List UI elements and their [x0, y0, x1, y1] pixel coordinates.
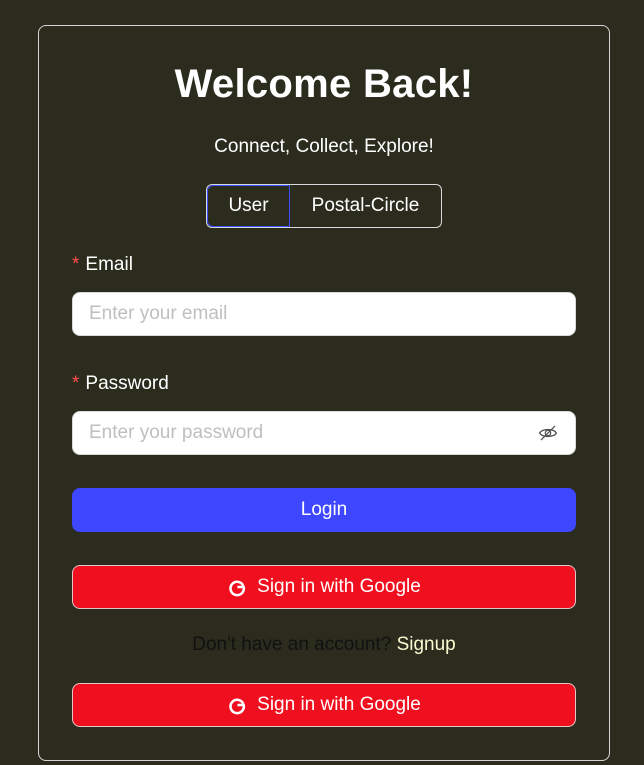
password-field[interactable] — [89, 422, 537, 444]
login-card: Welcome Back! Connect, Collect, Explore!… — [38, 25, 610, 761]
role-segmented-control: User Postal-Circle — [206, 184, 442, 228]
google-icon — [227, 577, 247, 597]
segment-user[interactable]: User — [207, 185, 290, 227]
google-signin-button-top[interactable]: Sign in with Google — [72, 565, 576, 609]
email-field[interactable] — [89, 303, 559, 325]
tagline: Connect, Collect, Explore! — [214, 136, 434, 157]
email-label: * Email — [72, 254, 133, 276]
password-field-wrapper — [72, 411, 576, 455]
google-button-label: Sign in with Google — [257, 576, 421, 597]
segment-postal-circle[interactable]: Postal-Circle — [290, 185, 441, 227]
signup-row: Don't have an account? Signup — [39, 634, 609, 656]
page-title: Welcome Back! — [174, 62, 474, 106]
required-mark: * — [72, 373, 80, 394]
signup-link[interactable]: Signup — [397, 634, 456, 655]
required-mark: * — [72, 254, 80, 275]
email-field-wrapper — [72, 292, 576, 336]
google-signin-button-bottom[interactable]: Sign in with Google — [72, 683, 576, 727]
login-button[interactable]: Login — [72, 488, 576, 532]
password-label-text: Password — [85, 373, 169, 394]
email-label-text: Email — [85, 254, 133, 275]
signup-prompt: Don't have an account? — [192, 634, 392, 655]
google-icon — [227, 695, 247, 715]
google-button-label: Sign in with Google — [257, 694, 421, 715]
eye-slash-icon[interactable] — [537, 422, 559, 444]
password-label: * Password — [72, 373, 169, 395]
